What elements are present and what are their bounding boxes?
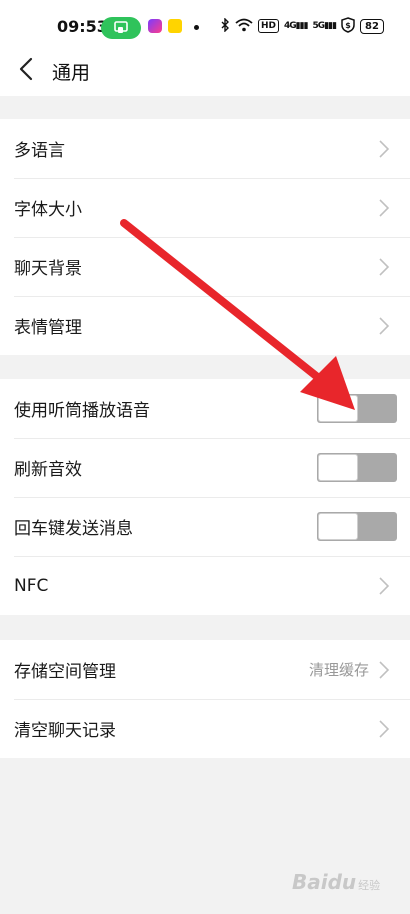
svg-text:$: $ <box>345 21 351 30</box>
refresh-sound-toggle[interactable] <box>317 452 397 482</box>
shield-icon: $ <box>341 16 355 36</box>
chevron-right-icon <box>379 139 390 158</box>
setting-label: 存储空间管理 <box>14 662 116 682</box>
toggle-knob <box>318 394 358 422</box>
baidu-watermark: Baidu 经验 <box>292 870 381 894</box>
chevron-right-icon <box>379 257 390 276</box>
setting-label: 回车键发送消息 <box>14 519 133 539</box>
setting-label: 表情管理 <box>14 318 82 338</box>
setting-label: 刷新音效 <box>14 460 82 480</box>
chevron-right-icon <box>379 198 390 217</box>
earpiece-voice-toggle[interactable] <box>317 393 397 423</box>
toggle-knob <box>318 453 358 481</box>
chevron-right-icon <box>379 719 390 738</box>
setting-label: 字体大小 <box>14 200 82 220</box>
enter-to-send-toggle[interactable] <box>317 511 397 541</box>
setting-language[interactable]: 多语言 <box>0 119 410 178</box>
chevron-left-icon <box>19 57 33 81</box>
screen-cast-icon <box>101 17 141 39</box>
settings-group-storage: 存储空间管理 清理缓存 清空聊天记录 <box>0 640 410 758</box>
setting-storage-management[interactable]: 存储空间管理 清理缓存 <box>0 640 410 699</box>
signal-4g-icon: 4G▮▮▮ <box>284 21 308 31</box>
setting-label: 清空聊天记录 <box>14 721 116 741</box>
setting-refresh-sound: 刷新音效 <box>0 438 410 497</box>
battery-icon: 82 <box>360 18 384 34</box>
chevron-right-icon <box>379 316 390 335</box>
setting-chat-background[interactable]: 聊天背景 <box>0 237 410 296</box>
more-notifications-dot <box>194 25 199 30</box>
setting-enter-to-send: 回车键发送消息 <box>0 497 410 556</box>
app-notification-icon <box>148 19 162 33</box>
signal-5g-icon: 5G▮▮▮ <box>312 21 337 31</box>
toggle-knob <box>318 512 358 540</box>
nav-bar: 通用 <box>0 50 410 96</box>
setting-clear-chat-history[interactable]: 清空聊天记录 <box>0 699 410 758</box>
clear-cache-hint: 清理缓存 <box>308 661 369 679</box>
setting-label: 使用听筒播放语音 <box>14 401 150 421</box>
chevron-right-icon <box>379 576 390 595</box>
settings-group-sound: 使用听筒播放语音 刷新音效 回车键发送消息 NFC <box>0 379 410 615</box>
page-title: 通用 <box>52 62 91 84</box>
bluetooth-icon <box>220 16 230 35</box>
hd-voice-icon: HD <box>258 19 280 33</box>
setting-sticker-management[interactable]: 表情管理 <box>0 296 410 355</box>
setting-label: NFC <box>14 575 49 596</box>
setting-font-size[interactable]: 字体大小 <box>0 178 410 237</box>
wifi-icon <box>235 18 253 35</box>
back-button[interactable] <box>14 56 40 82</box>
chevron-right-icon <box>379 660 390 679</box>
setting-earpiece-voice: 使用听筒播放语音 <box>0 379 410 438</box>
setting-label: 聊天背景 <box>14 259 82 279</box>
status-bar: 09:53 HD 4G▮▮▮ 5G▮▮▮ $ 82 <box>0 0 410 50</box>
app-notification-icon <box>168 19 182 33</box>
setting-label: 多语言 <box>14 141 65 161</box>
setting-nfc[interactable]: NFC <box>0 556 410 615</box>
settings-group-general: 多语言 字体大小 聊天背景 表情管理 <box>0 119 410 355</box>
